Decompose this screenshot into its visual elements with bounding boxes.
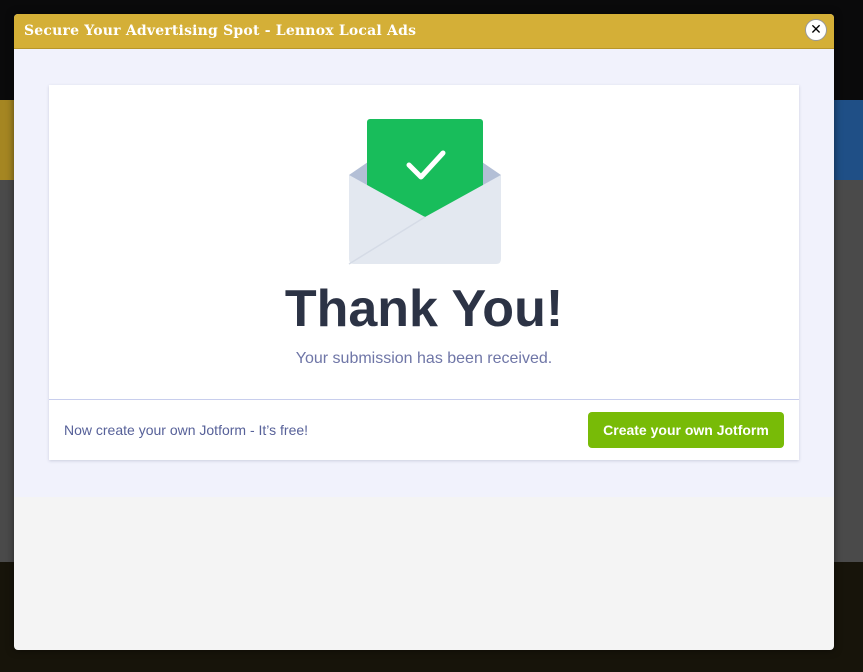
background-page-band: [0, 100, 14, 180]
form-content-area: Thank You! Your submission has been rece…: [14, 49, 834, 497]
submission-modal: Secure Your Advertising Spot - Lennox Lo…: [14, 14, 834, 650]
thank-you-title: Thank You!: [284, 280, 564, 338]
background-page-band: [834, 100, 863, 180]
create-jotform-button[interactable]: Create your own Jotform: [588, 412, 784, 448]
thank-you-subtitle: Your submission has been received.: [295, 350, 553, 367]
close-icon: ✕: [810, 21, 822, 38]
background-page-area: [834, 180, 863, 562]
modal-title: Secure Your Advertising Spot - Lennox Lo…: [24, 23, 417, 39]
promo-text: Now create your own Jotform - It’s free!: [64, 422, 309, 438]
close-button[interactable]: ✕: [805, 19, 827, 41]
envelope-check-icon: [348, 119, 501, 265]
background-page-area: [0, 180, 14, 562]
card-footer: Now create your own Jotform - It’s free!…: [49, 399, 799, 460]
thank-you-card: Thank You! Your submission has been rece…: [49, 85, 799, 460]
modal-header: Secure Your Advertising Spot - Lennox Lo…: [14, 14, 834, 49]
